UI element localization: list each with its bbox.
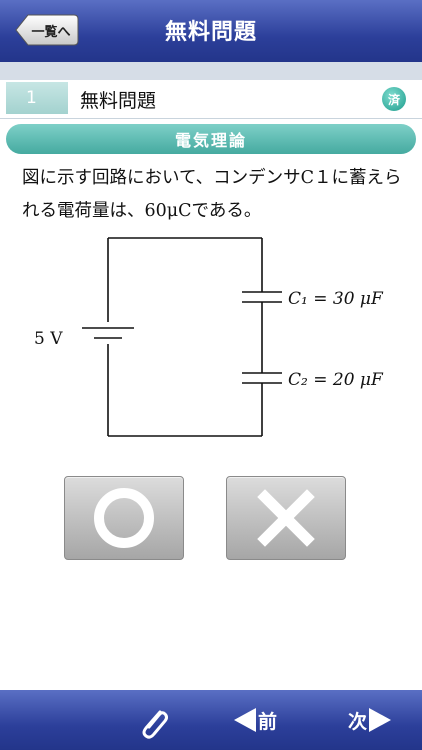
answer-true-button[interactable] (64, 476, 184, 560)
question-row: 1 無料問題 済 (0, 80, 422, 119)
next-button[interactable]: 次 (348, 706, 393, 734)
c2-label: C₂ = 20 μF (288, 370, 384, 390)
question-text: 図に示す回路において、コンデンサC１に蓄えられる電荷量は、60μCである。 (22, 168, 402, 221)
cross-icon (257, 489, 315, 547)
question-number: 1 (6, 82, 68, 114)
header-bar: 一覧へ 無料問題 (0, 0, 422, 63)
circuit-diagram: 5 V C₁ = 30 μF C₂ = 20 μF (34, 237, 384, 437)
completed-badge: 済 (382, 87, 406, 111)
c1-label: C₁ = 30 μF (288, 289, 384, 309)
circle-icon (94, 488, 154, 548)
next-label: 次 (348, 710, 368, 733)
category-banner: 電気理論 (6, 124, 416, 154)
answer-false-button[interactable] (226, 476, 346, 560)
previous-label: 前 (258, 710, 278, 733)
separator-bar (0, 62, 422, 80)
paperclip-icon[interactable] (134, 704, 174, 744)
page-title: 無料問題 (164, 20, 257, 45)
arrow-right-icon (369, 708, 392, 732)
arrow-left-icon (234, 708, 256, 732)
previous-button[interactable]: 前 (232, 706, 277, 734)
question-set-label: 無料問題 (80, 90, 157, 112)
voltage-label: 5 V (34, 329, 63, 349)
